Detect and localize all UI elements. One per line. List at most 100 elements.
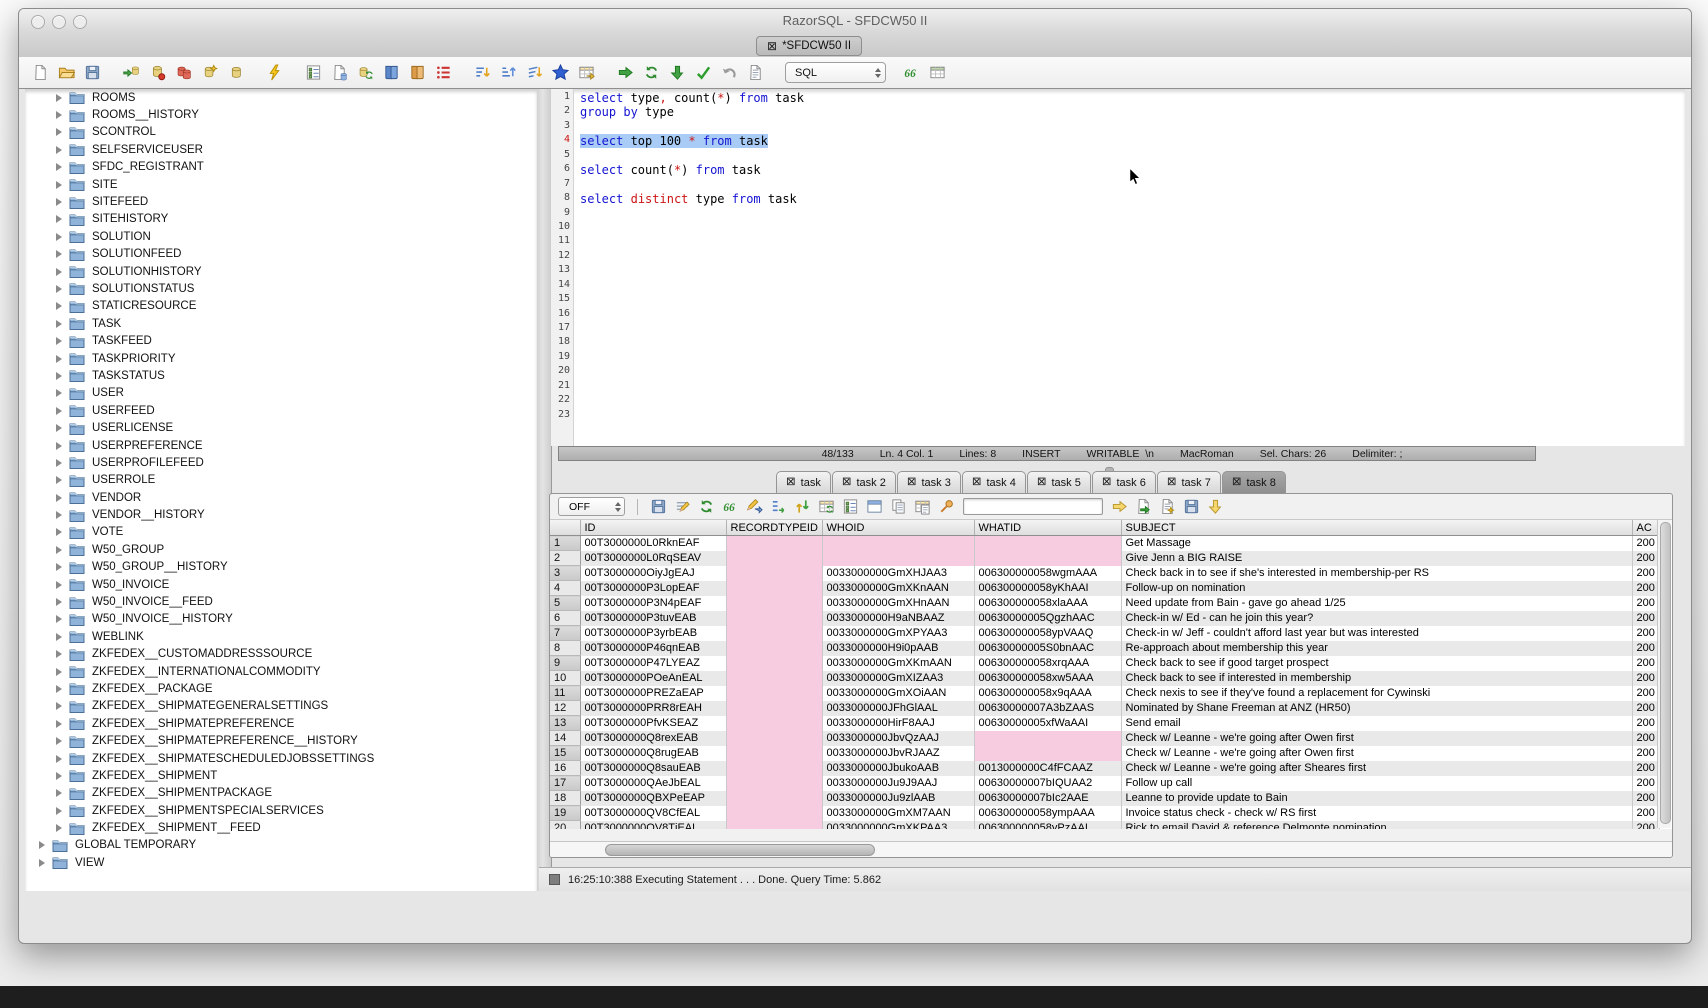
table-cell[interactable]: 00T3000000L0RqSEAV bbox=[580, 551, 726, 566]
code-line-23[interactable] bbox=[580, 409, 1685, 423]
table-cell[interactable]: 0033000000GmXHnAAN bbox=[822, 596, 974, 611]
table-cell[interactable]: Rick to email David & reference Delmonte… bbox=[1121, 821, 1632, 830]
table-cell[interactable] bbox=[726, 596, 822, 611]
table-cell[interactable]: Invoice status check - check w/ RS first bbox=[1121, 806, 1632, 821]
table-cell[interactable]: 00T3000000Q8sauEAB bbox=[580, 761, 726, 776]
code-line-13[interactable] bbox=[580, 264, 1685, 278]
disclosure-triangle-icon[interactable] bbox=[56, 755, 62, 763]
tree-item-userpreference[interactable]: USERPREFERENCE bbox=[25, 437, 537, 454]
table-view-icon[interactable] bbox=[928, 63, 947, 82]
tree-item-global-temporary[interactable]: GLOBAL TEMPORARY bbox=[25, 837, 537, 854]
table-cell[interactable]: 200 bbox=[1632, 686, 1659, 701]
table-cell[interactable] bbox=[726, 626, 822, 641]
disclosure-triangle-icon[interactable] bbox=[56, 268, 62, 276]
disclosure-triangle-icon[interactable] bbox=[39, 841, 45, 849]
editing-mode-dropdown[interactable]: OFF bbox=[558, 497, 625, 516]
result-tab-task[interactable]: ⊠task bbox=[776, 471, 831, 493]
copy-results-icon[interactable] bbox=[890, 498, 907, 515]
table-cell[interactable]: 00T3000000PRR8rEAH bbox=[580, 701, 726, 716]
table-cell[interactable]: 00T3000000QBXPeEAP bbox=[580, 791, 726, 806]
tree-item-w50-invoice[interactable]: W50_INVOICE bbox=[25, 576, 537, 593]
table-refresh-icon[interactable] bbox=[818, 498, 835, 515]
result-tab-task-2[interactable]: ⊠task 2 bbox=[832, 471, 896, 493]
column-header-id[interactable]: ID bbox=[580, 520, 726, 536]
table-cell[interactable]: 00630000007bIc2AAE bbox=[974, 791, 1121, 806]
disclosure-triangle-icon[interactable] bbox=[56, 528, 62, 536]
table-cell[interactable]: 006300000058wgmAAA bbox=[974, 566, 1121, 581]
db-refresh-icon[interactable] bbox=[356, 63, 375, 82]
code-line-2[interactable]: group by type bbox=[580, 105, 1685, 119]
result-tab-task-4[interactable]: ⊠task 4 bbox=[962, 471, 1026, 493]
tree-item-zkfedex-shipmategeneralsettings[interactable]: ZKFEDEX__SHIPMATEGENERALSETTINGS bbox=[25, 698, 537, 715]
new-connection-icon[interactable] bbox=[200, 63, 219, 82]
table-cell[interactable]: 00630000007bIQUAA2 bbox=[974, 776, 1121, 791]
execute-forward-icon[interactable] bbox=[616, 63, 635, 82]
row-number-cell[interactable]: 14 bbox=[550, 731, 580, 746]
table-cell[interactable]: 200 bbox=[1632, 746, 1659, 761]
disclosure-triangle-icon[interactable] bbox=[56, 198, 62, 206]
tree-item-vendor-history[interactable]: VENDOR__HISTORY bbox=[25, 506, 537, 523]
tree-item-solutionhistory[interactable]: SOLUTIONHISTORY bbox=[25, 263, 537, 280]
table-cell[interactable]: 0033000000GmXIZAA3 bbox=[822, 671, 974, 686]
table-cell[interactable] bbox=[726, 581, 822, 596]
book-icon[interactable] bbox=[382, 63, 401, 82]
row-number-cell[interactable]: 2 bbox=[550, 551, 580, 566]
table-cell[interactable]: 0033000000H9i0pAAB bbox=[822, 641, 974, 656]
row-number-cell[interactable]: 10 bbox=[550, 671, 580, 686]
save-icon[interactable] bbox=[83, 63, 102, 82]
disclosure-triangle-icon[interactable] bbox=[56, 494, 62, 502]
disclosure-triangle-icon[interactable] bbox=[56, 824, 62, 832]
sql-editor[interactable]: 1234567891011121314151617181920212223 se… bbox=[551, 89, 1685, 446]
tree-item-zkfedex-shipmatepreference[interactable]: ZKFEDEX__SHIPMATEPREFERENCE bbox=[25, 715, 537, 732]
tree-item-user[interactable]: USER bbox=[25, 385, 537, 402]
table-cell[interactable]: 0033000000GmXOiAAN bbox=[822, 686, 974, 701]
tree-item-userfeed[interactable]: USERFEED bbox=[25, 402, 537, 419]
disclosure-triangle-icon[interactable] bbox=[56, 215, 62, 223]
edit-list-icon[interactable] bbox=[842, 498, 859, 515]
tree-item-taskstatus[interactable]: TASKSTATUS bbox=[25, 367, 537, 384]
table-cell[interactable]: Follow-up on nomination bbox=[1121, 581, 1632, 596]
tree-item-vote[interactable]: VOTE bbox=[25, 524, 537, 541]
table-cell[interactable]: 200 bbox=[1632, 551, 1659, 566]
download-more-icon[interactable] bbox=[1207, 498, 1224, 515]
insert-row-icon[interactable] bbox=[770, 498, 787, 515]
column-header-rownum[interactable] bbox=[550, 520, 580, 536]
table-cell[interactable]: 0033000000GmXKnAAN bbox=[822, 581, 974, 596]
table-cell[interactable]: 00T3000000Q8rugEAB bbox=[580, 746, 726, 761]
results-search-input[interactable] bbox=[963, 498, 1103, 515]
new-file-icon[interactable] bbox=[31, 63, 50, 82]
table-cell[interactable] bbox=[822, 551, 974, 566]
table-cell[interactable]: 00T3000000POeAnEAL bbox=[580, 671, 726, 686]
disclosure-triangle-icon[interactable] bbox=[56, 128, 62, 136]
disclosure-triangle-icon[interactable] bbox=[56, 598, 62, 606]
tree-item-rooms-history[interactable]: ROOMS__HISTORY bbox=[25, 106, 537, 123]
row-number-cell[interactable]: 3 bbox=[550, 566, 580, 581]
row-number-cell[interactable]: 8 bbox=[550, 641, 580, 656]
disclosure-triangle-icon[interactable] bbox=[56, 668, 62, 676]
search-pin-icon[interactable] bbox=[938, 498, 955, 515]
disclosure-triangle-icon[interactable] bbox=[56, 181, 62, 189]
tree-item-staticresource[interactable]: STATICRESOURCE bbox=[25, 298, 537, 315]
tree-item-solutionstatus[interactable]: SOLUTIONSTATUS bbox=[25, 280, 537, 297]
table-cell[interactable] bbox=[974, 731, 1121, 746]
disconnect-icon[interactable] bbox=[148, 63, 167, 82]
table-cell[interactable]: Need update from Bain - gave go ahead 1/… bbox=[1121, 596, 1632, 611]
row-number-cell[interactable]: 15 bbox=[550, 746, 580, 761]
disclosure-triangle-icon[interactable] bbox=[56, 633, 62, 641]
disclosure-triangle-icon[interactable] bbox=[56, 702, 62, 710]
table-cell[interactable]: Check w/ Leanne - we're going after Shea… bbox=[1121, 761, 1632, 776]
tree-item-zkfedex-shipment-feed[interactable]: ZKFEDEX__SHIPMENT__FEED bbox=[25, 819, 537, 836]
row-number-cell[interactable]: 17 bbox=[550, 776, 580, 791]
disclosure-triangle-icon[interactable] bbox=[56, 581, 62, 589]
close-result-tab-icon[interactable]: ⊠ bbox=[1167, 477, 1177, 488]
table-cell[interactable]: Follow up call bbox=[1121, 776, 1632, 791]
table-cell[interactable]: 200 bbox=[1632, 626, 1659, 641]
commit-icon[interactable] bbox=[694, 63, 713, 82]
generate-report-icon[interactable] bbox=[1159, 498, 1176, 515]
table-cell[interactable] bbox=[726, 821, 822, 830]
table-cell[interactable]: 0033000000H9aNBAAZ bbox=[822, 611, 974, 626]
table-cell[interactable] bbox=[726, 656, 822, 671]
tree-item-task[interactable]: TASK bbox=[25, 315, 537, 332]
table-cell[interactable]: 00630000005S0bnAAC bbox=[974, 641, 1121, 656]
open-file-icon[interactable] bbox=[57, 63, 76, 82]
